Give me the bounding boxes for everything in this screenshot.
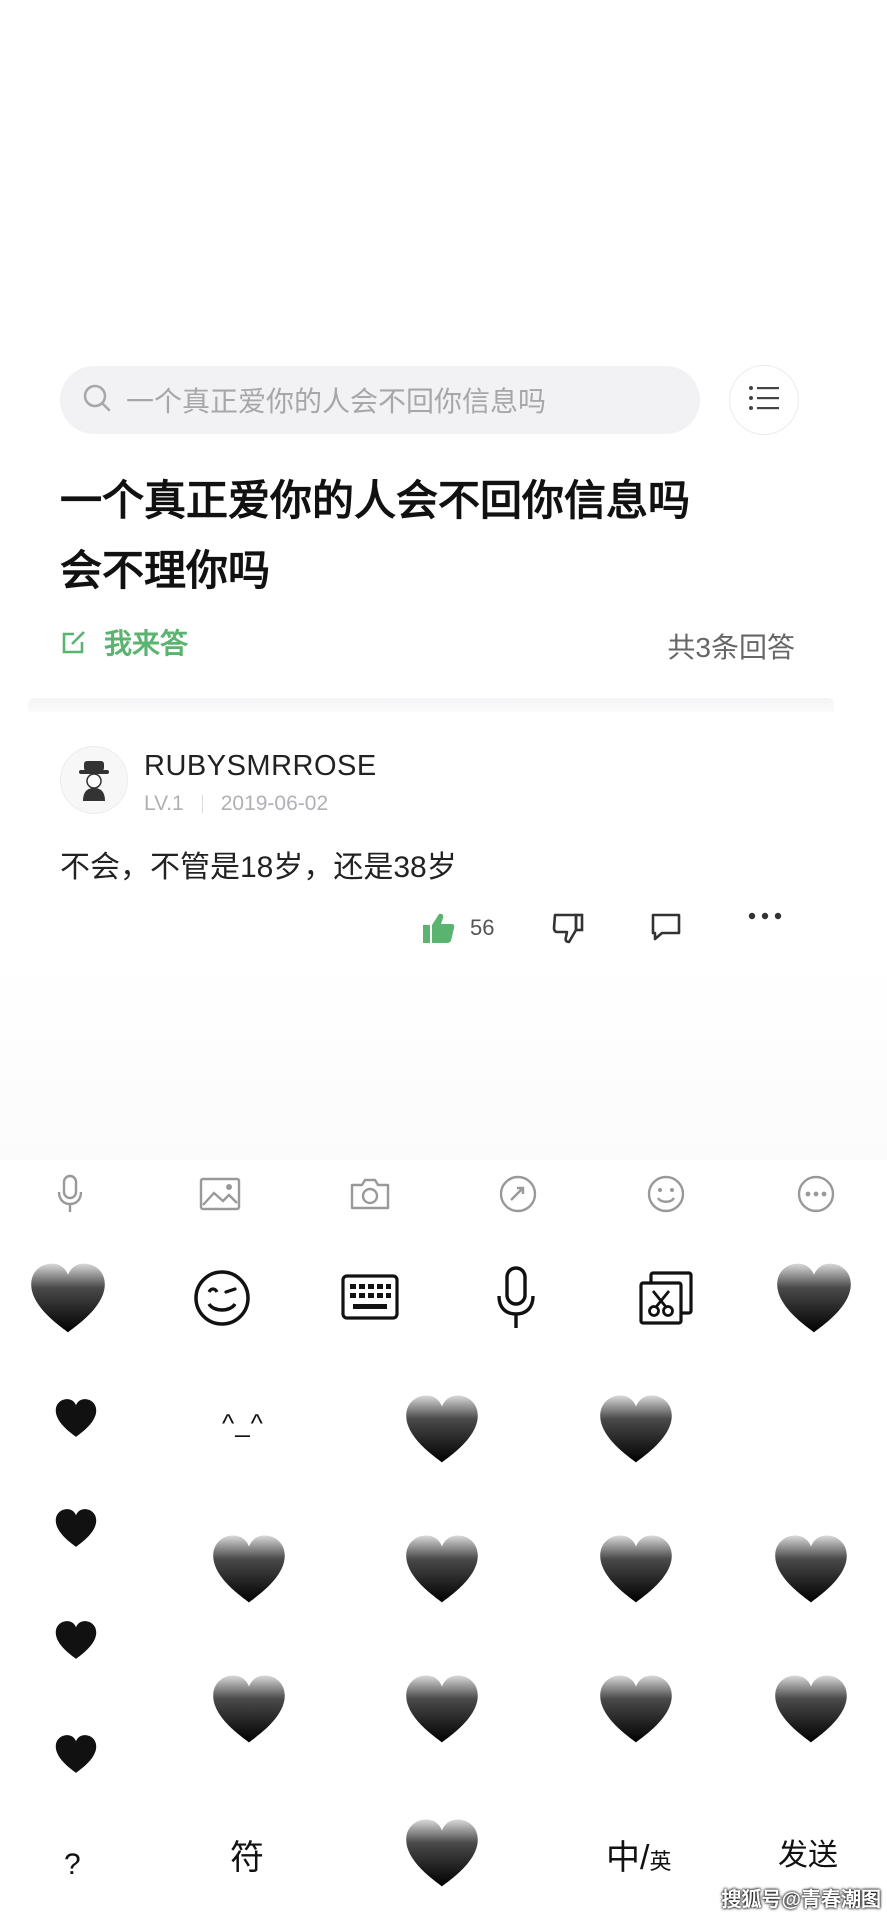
heart-key[interactable] — [403, 1534, 481, 1604]
send-key[interactable]: 发送 — [778, 1830, 838, 1874]
image-icon[interactable] — [198, 1172, 242, 1216]
menu-button[interactable] — [730, 366, 798, 434]
question-mark-key[interactable]: ? — [64, 1848, 81, 1882]
edit-icon — [62, 631, 85, 654]
symbols-key[interactable]: 符 — [230, 1830, 264, 1879]
user-avatar-icon — [79, 761, 109, 801]
language-switch-key[interactable]: 中/英 — [606, 1830, 671, 1879]
write-answer-button[interactable]: 我来答 — [60, 622, 188, 662]
question-title: 一个真正爱你的人会不回你信息吗 会不理你吗 — [60, 466, 820, 606]
kaomoji-key[interactable]: ^_^ — [222, 1408, 264, 1439]
heart-key[interactable] — [597, 1674, 675, 1744]
microphone-icon[interactable] — [48, 1172, 92, 1216]
more-icon[interactable] — [794, 1172, 838, 1216]
question-title-line2: 会不理你吗 — [60, 547, 271, 594]
heart-key[interactable] — [54, 1508, 98, 1548]
heart-key[interactable] — [210, 1534, 288, 1604]
heart-key[interactable] — [772, 1674, 850, 1744]
thumbs-up-icon — [423, 913, 455, 943]
heart-key[interactable] — [403, 1818, 481, 1888]
keyboard-key[interactable] — [340, 1272, 400, 1322]
username[interactable]: RUBYSMRROSE — [144, 750, 377, 783]
search-input[interactable]: 一个真正爱你的人会不回你信息吗 — [60, 366, 700, 434]
watermark: 搜狐号@青春潮图 — [721, 1889, 881, 1911]
like-button[interactable]: 56 — [422, 912, 494, 944]
search-placeholder: 一个真正爱你的人会不回你信息吗 — [126, 386, 547, 417]
write-answer-label: 我来答 — [104, 628, 189, 659]
avatar[interactable] — [60, 746, 128, 814]
heart-key[interactable] — [403, 1394, 481, 1464]
heart-key[interactable] — [772, 1534, 850, 1604]
user-level: LV.1 — [144, 792, 184, 815]
heart-key[interactable] — [597, 1394, 675, 1464]
microphone-icon — [497, 1266, 535, 1328]
emoji-icon[interactable] — [644, 1172, 688, 1216]
question-title-line1: 一个真正爱你的人会不回你信息吗 — [60, 477, 691, 524]
more-options-button[interactable] — [748, 912, 782, 920]
heart-key[interactable] — [597, 1534, 675, 1604]
heart-key[interactable] — [54, 1398, 98, 1438]
camera-icon[interactable] — [348, 1172, 392, 1216]
divider — [201, 795, 203, 813]
keyboard-icon — [341, 1274, 399, 1320]
answer-meta: LV.1 2019-06-02 — [144, 792, 328, 816]
voice-input-key[interactable] — [494, 1264, 538, 1334]
clipboard-key[interactable] — [638, 1270, 694, 1326]
wink-face-icon — [194, 1270, 250, 1326]
answer-text: 不会，不管是18岁，还是38岁 — [60, 851, 457, 884]
emoji-keyboard-key[interactable] — [190, 1266, 254, 1330]
heart-key[interactable] — [54, 1620, 98, 1660]
heart-key[interactable] — [54, 1734, 98, 1774]
heart-key[interactable] — [210, 1674, 288, 1744]
scissors-icon — [639, 1271, 693, 1325]
heart-key[interactable] — [28, 1262, 108, 1334]
dislike-button[interactable] — [552, 912, 584, 944]
search-icon — [82, 383, 112, 418]
link-icon[interactable] — [496, 1172, 540, 1216]
heart-key[interactable] — [774, 1262, 854, 1334]
like-count: 56 — [470, 915, 495, 940]
answer-date: 2019-06-02 — [220, 792, 329, 815]
language-english-label: 英 — [649, 1849, 672, 1874]
list-menu-icon — [748, 385, 780, 416]
comment-icon — [651, 913, 681, 941]
thumbs-down-icon — [552, 913, 584, 944]
comment-button[interactable] — [650, 912, 682, 942]
ellipsis-icon — [748, 912, 782, 920]
background-fade — [0, 960, 887, 1160]
heart-key[interactable] — [403, 1674, 481, 1744]
answer-count[interactable]: 共3条回答 — [667, 626, 795, 666]
language-chinese-label: 中/ — [606, 1839, 650, 1877]
